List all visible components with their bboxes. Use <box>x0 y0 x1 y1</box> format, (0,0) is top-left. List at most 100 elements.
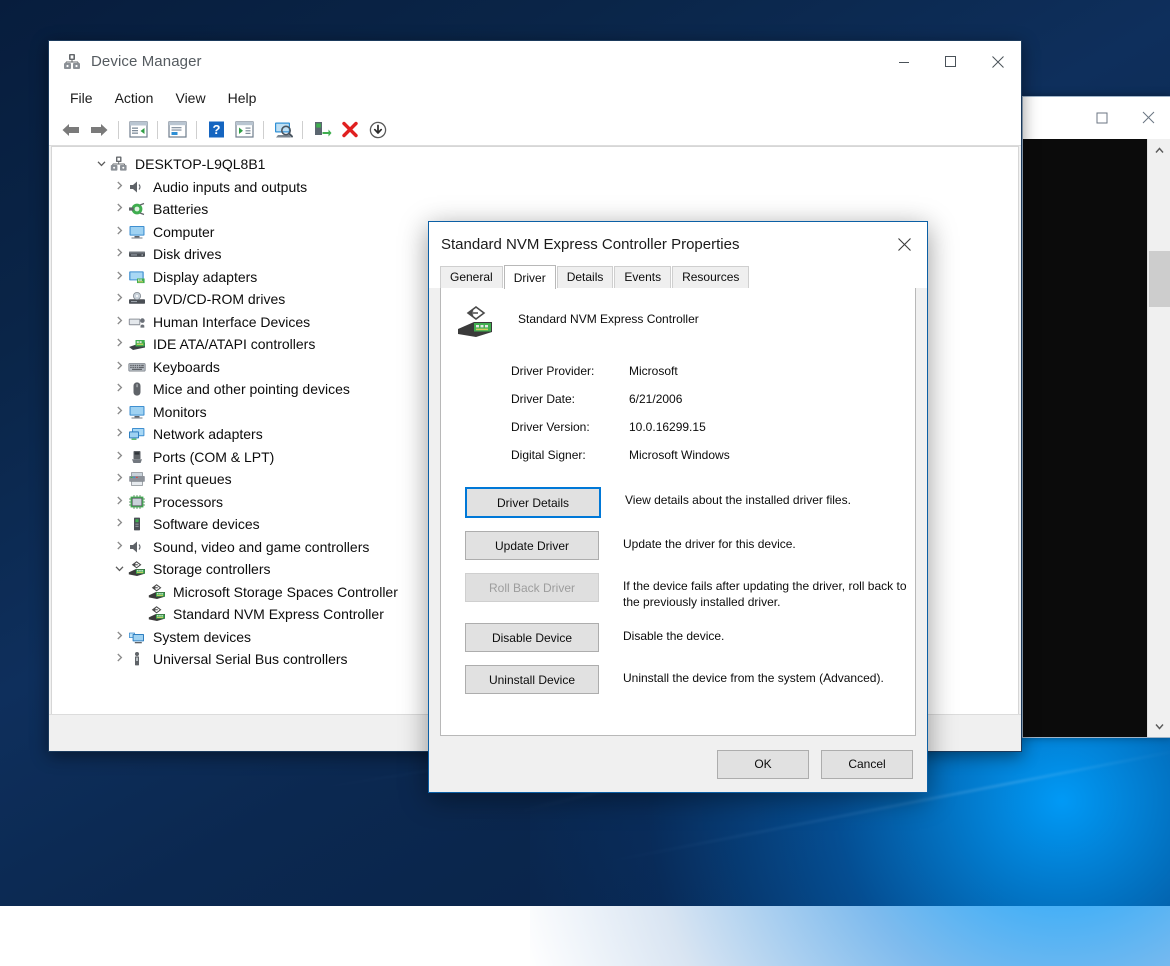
scroll-up-icon[interactable] <box>1148 139 1170 161</box>
chevron-right-icon[interactable] <box>110 293 128 305</box>
back-icon[interactable] <box>57 117 85 143</box>
tree-item-label: Disk drives <box>153 246 221 262</box>
help-icon[interactable]: ? <box>202 117 230 143</box>
menu-file[interactable]: File <box>59 86 104 110</box>
menu-action[interactable]: Action <box>104 86 165 110</box>
computer-root-icon <box>110 156 128 172</box>
scrollbar-thumb[interactable] <box>1149 251 1170 307</box>
tree-item[interactable]: Audio inputs and outputs <box>52 176 1018 199</box>
storage-controller-icon <box>128 561 146 577</box>
tree-item-label: Storage controllers <box>153 561 271 577</box>
tree-root-item[interactable]: DESKTOP-L9QL8B1 <box>52 153 1018 176</box>
background-window[interactable] <box>1022 96 1170 738</box>
tab-resources[interactable]: Resources <box>672 266 749 288</box>
ide-controller-icon <box>128 336 146 352</box>
uninstall-device-icon[interactable] <box>336 117 364 143</box>
close-button[interactable] <box>974 41 1021 82</box>
update-driver-button[interactable]: Update Driver <box>465 531 599 560</box>
window-title: Device Manager <box>91 53 202 70</box>
system-device-icon <box>128 629 146 645</box>
driver-details-button[interactable]: Driver Details <box>465 487 601 518</box>
menu-view[interactable]: View <box>164 86 216 110</box>
background-window-close-button[interactable] <box>1125 98 1170 138</box>
tree-item-label: Audio inputs and outputs <box>153 179 307 195</box>
background-window-maximize-button[interactable] <box>1079 98 1125 138</box>
chevron-right-icon[interactable] <box>110 653 128 665</box>
tab-general[interactable]: General <box>440 266 503 288</box>
chevron-down-icon[interactable] <box>92 159 110 170</box>
chevron-right-icon[interactable] <box>110 406 128 418</box>
driver-action-description: Uninstall the device from the system (Ad… <box>623 665 884 686</box>
show-hide-console-tree-icon[interactable] <box>124 117 152 143</box>
tree-item[interactable]: Batteries <box>52 198 1018 221</box>
tree-item-label: Processors <box>153 494 223 510</box>
chevron-right-icon[interactable] <box>110 181 128 193</box>
chevron-down-icon[interactable] <box>110 564 128 575</box>
tree-item-label: IDE ATA/ATAPI controllers <box>153 336 315 352</box>
dialog-tab-strip[interactable]: GeneralDriverDetailsEventsResources <box>429 266 927 288</box>
ok-button[interactable]: OK <box>717 750 809 779</box>
display-adapter-icon <box>128 269 146 285</box>
driver-action-row: Disable Device Disable the device. <box>465 623 915 652</box>
chevron-right-icon[interactable] <box>110 541 128 553</box>
tab-driver[interactable]: Driver <box>504 265 556 289</box>
chevron-right-icon[interactable] <box>110 338 128 350</box>
chevron-right-icon[interactable] <box>110 473 128 485</box>
chevron-right-icon[interactable] <box>110 496 128 508</box>
chevron-right-icon[interactable] <box>110 428 128 440</box>
driver-info-value: Microsoft Windows <box>629 448 730 462</box>
disable-device-icon[interactable] <box>364 117 392 143</box>
maximize-button[interactable] <box>927 41 974 82</box>
driver-info-row: Driver Version:10.0.16299.15 <box>511 413 915 441</box>
chevron-right-icon[interactable] <box>110 383 128 395</box>
properties-icon[interactable] <box>163 117 191 143</box>
window-controls <box>880 41 1021 82</box>
keyboard-icon <box>128 359 146 375</box>
disable-device-button[interactable]: Disable Device <box>465 623 599 652</box>
monitor-icon <box>128 224 146 240</box>
roll-back-driver-button: Roll Back Driver <box>465 573 599 602</box>
device-name: Standard NVM Express Controller <box>518 305 699 326</box>
printer-icon <box>128 471 146 487</box>
tree-item-label: Display adapters <box>153 269 257 285</box>
forward-icon[interactable] <box>85 117 113 143</box>
cancel-button[interactable]: Cancel <box>821 750 913 779</box>
device-header: Standard NVM Express Controller <box>441 288 915 339</box>
show-hide-action-pane-icon[interactable] <box>230 117 258 143</box>
chevron-right-icon[interactable] <box>110 203 128 215</box>
scan-for-hardware-changes-icon[interactable] <box>269 117 297 143</box>
background-window-scrollbar[interactable] <box>1147 139 1170 737</box>
driver-info-label: Digital Signer: <box>511 448 629 462</box>
minimize-button[interactable] <box>880 41 927 82</box>
uninstall-device-button[interactable]: Uninstall Device <box>465 665 599 694</box>
dialog-close-button[interactable] <box>881 222 927 266</box>
chevron-right-icon[interactable] <box>110 248 128 260</box>
chevron-right-icon[interactable] <box>110 518 128 530</box>
speaker-icon <box>128 179 146 195</box>
tab-events[interactable]: Events <box>614 266 671 288</box>
update-driver-icon[interactable] <box>308 117 336 143</box>
tree-item-label: Network adapters <box>153 426 263 442</box>
chevron-right-icon[interactable] <box>110 361 128 373</box>
chevron-right-icon[interactable] <box>110 271 128 283</box>
driver-action-row: Uninstall Device Uninstall the device fro… <box>465 665 915 694</box>
driver-tab-panel: Standard NVM Express Controller Driver P… <box>440 287 916 736</box>
device-properties-dialog[interactable]: Standard NVM Express Controller Properti… <box>428 221 928 793</box>
tab-details[interactable]: Details <box>557 266 614 288</box>
title-bar: Device Manager <box>49 41 1021 82</box>
driver-action-row: Driver DetailsView details about the ins… <box>465 487 915 518</box>
driver-info-label: Driver Provider: <box>511 364 629 378</box>
menu-help[interactable]: Help <box>217 86 268 110</box>
driver-info-row: Driver Date:6/21/2006 <box>511 385 915 413</box>
tree-item-label: Ports (COM & LPT) <box>153 449 274 465</box>
chevron-right-icon[interactable] <box>110 451 128 463</box>
driver-action-description: Disable the device. <box>623 623 724 644</box>
chevron-right-icon[interactable] <box>110 316 128 328</box>
scroll-down-icon[interactable] <box>1148 715 1170 737</box>
driver-info-row: Driver Provider:Microsoft <box>511 357 915 385</box>
chevron-right-icon[interactable] <box>110 631 128 643</box>
tree-root-label: DESKTOP-L9QL8B1 <box>135 156 265 172</box>
chevron-right-icon[interactable] <box>110 226 128 238</box>
tree-item-label: Software devices <box>153 516 260 532</box>
tree-item-label: Batteries <box>153 201 208 217</box>
